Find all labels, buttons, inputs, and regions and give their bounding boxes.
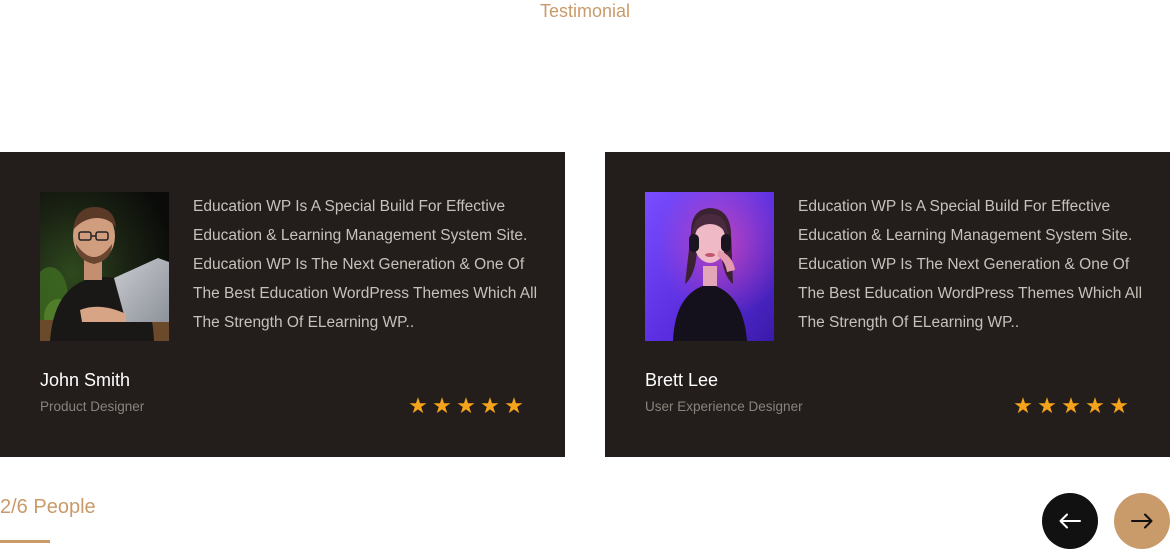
star-icon: ★ bbox=[504, 393, 524, 418]
arrow-right-icon bbox=[1131, 513, 1153, 529]
next-button[interactable] bbox=[1114, 493, 1170, 549]
star-icon: ★ bbox=[1013, 393, 1033, 418]
testimonial-card: Education WP Is A Special Build For Effe… bbox=[605, 152, 1170, 457]
woman-with-headphones-photo bbox=[645, 192, 774, 341]
author-name: John Smith bbox=[40, 370, 131, 390]
man-with-laptop-photo bbox=[40, 192, 169, 341]
author-role: User Experience Designer bbox=[645, 399, 803, 414]
star-rating: ★ ★ ★ ★ ★ bbox=[407, 394, 525, 418]
star-icon: ★ bbox=[1085, 393, 1105, 418]
star-icon: ★ bbox=[432, 393, 452, 418]
star-icon: ★ bbox=[1061, 393, 1081, 418]
section-eyebrow: Testimonial bbox=[539, 1, 631, 21]
star-icon: ★ bbox=[1109, 393, 1129, 418]
testimonial-quote: Education WP Is A Special Build For Effe… bbox=[193, 198, 538, 331]
avatar-photo bbox=[40, 192, 169, 341]
previous-button[interactable] bbox=[1042, 493, 1098, 549]
testimonial-card: Education WP Is A Special Build For Effe… bbox=[0, 152, 565, 457]
counter-underline bbox=[0, 540, 50, 543]
avatar-photo bbox=[645, 192, 774, 341]
star-icon: ★ bbox=[480, 393, 500, 418]
arrow-left-icon bbox=[1059, 513, 1081, 529]
star-icon: ★ bbox=[408, 393, 428, 418]
star-rating: ★ ★ ★ ★ ★ bbox=[1012, 394, 1130, 418]
author-role: Product Designer bbox=[40, 399, 145, 414]
star-icon: ★ bbox=[456, 393, 476, 418]
testimonial-quote: Education WP Is A Special Build For Effe… bbox=[798, 198, 1143, 331]
author-name: Brett Lee bbox=[645, 370, 719, 390]
star-icon: ★ bbox=[1037, 393, 1057, 418]
slide-counter: 2/6 People bbox=[0, 496, 96, 518]
